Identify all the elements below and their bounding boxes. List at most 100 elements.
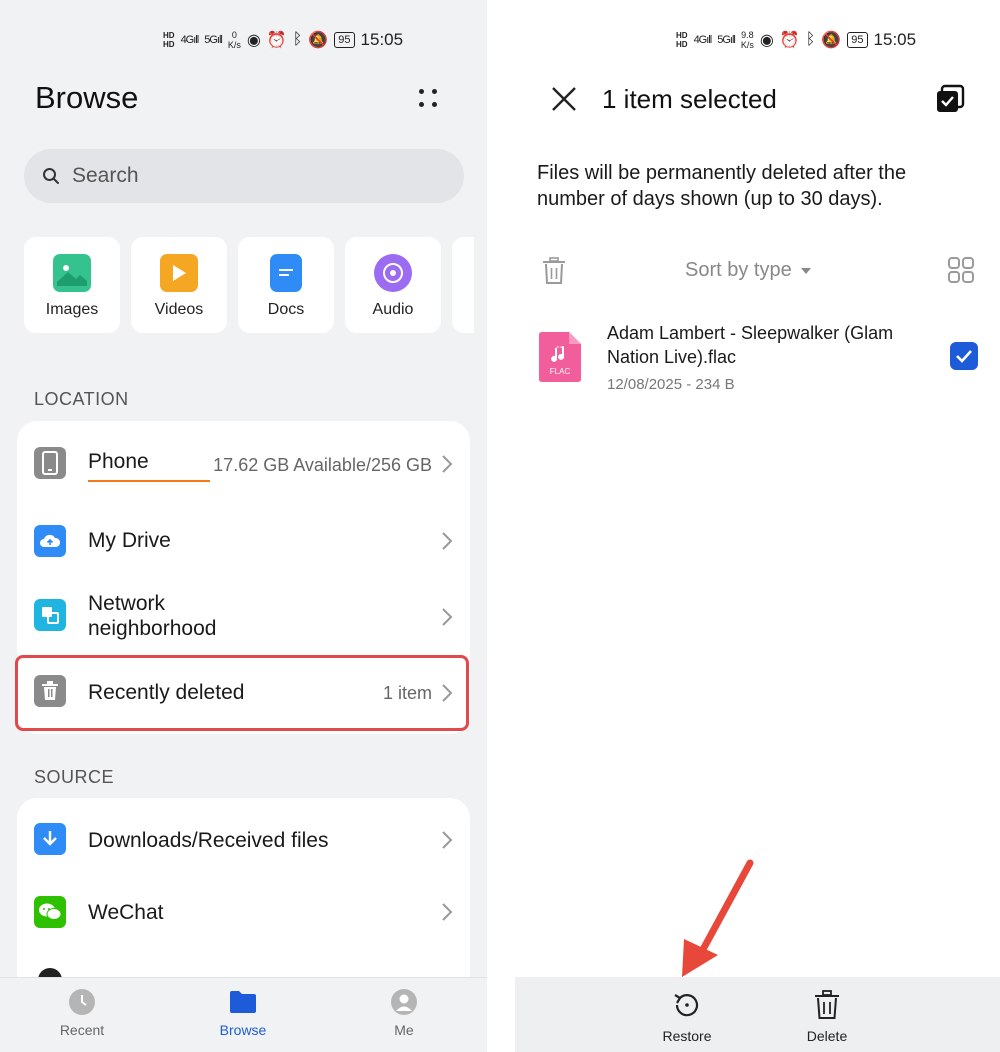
video-icon <box>160 254 198 292</box>
search-bar[interactable]: Search <box>24 149 464 203</box>
source-wechat[interactable]: WeChat <box>17 882 470 956</box>
trash-icon <box>811 989 843 1021</box>
category-docs[interactable]: Docs <box>238 237 334 333</box>
source-downloads[interactable]: Downloads/Received files <box>17 798 470 882</box>
signal-icon: 4Gıll <box>693 34 713 46</box>
eye-icon: ◉ <box>759 32 774 49</box>
trash-icon[interactable] <box>541 257 567 285</box>
more-options-icon[interactable] <box>414 84 444 114</box>
selection-title: 1 item selected <box>602 84 777 114</box>
location-label: Recently deleted <box>88 681 245 704</box>
category-images[interactable]: Images <box>24 237 120 333</box>
grid-view-icon[interactable] <box>947 256 975 284</box>
eye-icon: ◉ <box>246 32 261 49</box>
file-meta: 12/08/2025 - 234 B <box>607 376 735 393</box>
signal-icon: 5Gıll <box>717 34 736 46</box>
cloud-drive-icon <box>34 525 66 557</box>
file-type-badge: FLAC <box>550 367 571 376</box>
search-icon <box>43 168 59 184</box>
file-checkbox[interactable] <box>950 342 978 370</box>
restore-icon <box>671 989 703 1021</box>
phone-icon <box>34 447 66 479</box>
alarm-icon: ⏰ <box>266 32 287 49</box>
source-card: Downloads/Received files WeChat <box>17 798 470 998</box>
download-icon <box>34 823 66 855</box>
signal-icon: 4Gıll <box>180 34 200 46</box>
select-all-icon[interactable] <box>935 84 965 114</box>
hd-indicator: HD <box>676 31 688 40</box>
storage-usage-bar <box>88 480 210 482</box>
hd-indicator: HD <box>676 40 688 49</box>
item-count: 1 item <box>382 683 432 703</box>
status-bar: HD HD 4Gıll 5Gıll 0 K/s ◉ ⏰ ᛒ 🔕 95 15:05 <box>163 26 403 54</box>
browse-screen: HD HD 4Gıll 5Gıll 0 K/s ◉ ⏰ ᛒ 🔕 95 15:05 B… <box>0 0 487 1052</box>
nav-browse[interactable]: Browse <box>193 988 293 1038</box>
chevron-right-icon <box>442 684 453 702</box>
nav-label: Me <box>394 1022 414 1038</box>
delete-button[interactable]: Delete <box>777 989 877 1044</box>
status-bar: HD HD 4Gıll 5Gıll 9.8 K/s ◉ ⏰ ᛒ 🔕 95 15:05 <box>676 26 916 54</box>
sort-label: Sort by type <box>685 259 792 281</box>
mute-icon: 🔕 <box>308 32 329 49</box>
search-placeholder: Search <box>72 164 139 187</box>
recently-deleted-screen: HD HD 4Gıll 5Gıll 9.8 K/s ◉ ⏰ ᛒ 🔕 95 15:05… <box>515 0 1000 1052</box>
action-label: Restore <box>662 1028 712 1044</box>
location-recently-deleted[interactable]: Recently deleted 1 item <box>17 657 470 731</box>
category-label: Videos <box>154 301 204 318</box>
action-label: Delete <box>806 1028 848 1044</box>
source-section-label: SOURCE <box>34 767 115 787</box>
hd-indicator: HD <box>163 31 175 40</box>
restore-button[interactable]: Restore <box>637 989 737 1044</box>
category-label: Docs <box>267 301 305 318</box>
bottom-action-bar: Restore Delete <box>515 977 1000 1052</box>
category-shortcuts: Images Videos Docs Audio <box>24 237 474 333</box>
sort-dropdown[interactable]: Sort by type <box>685 259 812 282</box>
location-my-drive[interactable]: My Drive <box>17 505 470 577</box>
wechat-icon <box>34 896 66 928</box>
category-audio[interactable]: Audio <box>345 237 441 333</box>
status-time: 15:05 <box>360 30 404 49</box>
folder-icon <box>229 988 257 1016</box>
chevron-right-icon <box>442 455 453 473</box>
location-label: My Drive <box>88 529 171 552</box>
network-speed: 0 K/s <box>227 30 241 50</box>
location-network-neighborhood[interactable]: Network neighborhood <box>17 577 470 657</box>
category-videos[interactable]: Videos <box>131 237 227 333</box>
location-label: Phone <box>88 450 149 473</box>
location-card: Phone 17.62 GB Available/256 GB My Drive… <box>17 421 470 734</box>
nav-label: Recent <box>59 1022 105 1038</box>
nav-recent[interactable]: Recent <box>32 988 132 1038</box>
status-time: 15:05 <box>873 30 917 49</box>
category-more-peek[interactable] <box>452 237 474 333</box>
network-speed: 9.8 K/s <box>740 30 754 50</box>
image-icon <box>53 254 91 292</box>
location-phone[interactable]: Phone 17.62 GB Available/256 GB <box>17 421 470 505</box>
chevron-right-icon <box>442 903 453 921</box>
file-name: Adam Lambert - Sleepwalker (Glam Nation … <box>607 323 894 367</box>
category-label: Audio <box>372 301 414 318</box>
hd-indicator: HD <box>163 40 175 49</box>
user-icon <box>390 988 418 1016</box>
network-icon <box>34 599 66 631</box>
page-title: Browse <box>35 80 139 115</box>
battery-icon: 95 <box>847 32 868 48</box>
battery-icon: 95 <box>334 32 355 48</box>
category-label: Images <box>45 301 99 318</box>
source-label: WeChat <box>88 901 164 924</box>
bottom-navigation: Recent Browse Me <box>0 977 487 1052</box>
source-label: Downloads/Received files <box>88 829 329 852</box>
deletion-notice: Files will be permanently deleted after … <box>537 162 907 210</box>
trash-icon <box>34 675 66 707</box>
location-label: Network neighborhood <box>88 592 217 640</box>
location-section-label: LOCATION <box>34 389 129 409</box>
alarm-icon: ⏰ <box>779 32 800 49</box>
doc-icon <box>270 254 302 292</box>
bluetooth-icon: ᛒ <box>805 31 816 48</box>
nav-me[interactable]: Me <box>354 988 454 1038</box>
storage-info: 17.62 GB Available/256 GB <box>213 455 432 475</box>
chevron-right-icon <box>442 532 453 550</box>
audio-icon <box>374 254 412 292</box>
file-list-item[interactable]: FLAC Adam Lambert - Sleepwalker (Glam Na… <box>515 318 1000 398</box>
close-icon[interactable] <box>551 86 577 112</box>
clock-icon <box>68 988 96 1016</box>
